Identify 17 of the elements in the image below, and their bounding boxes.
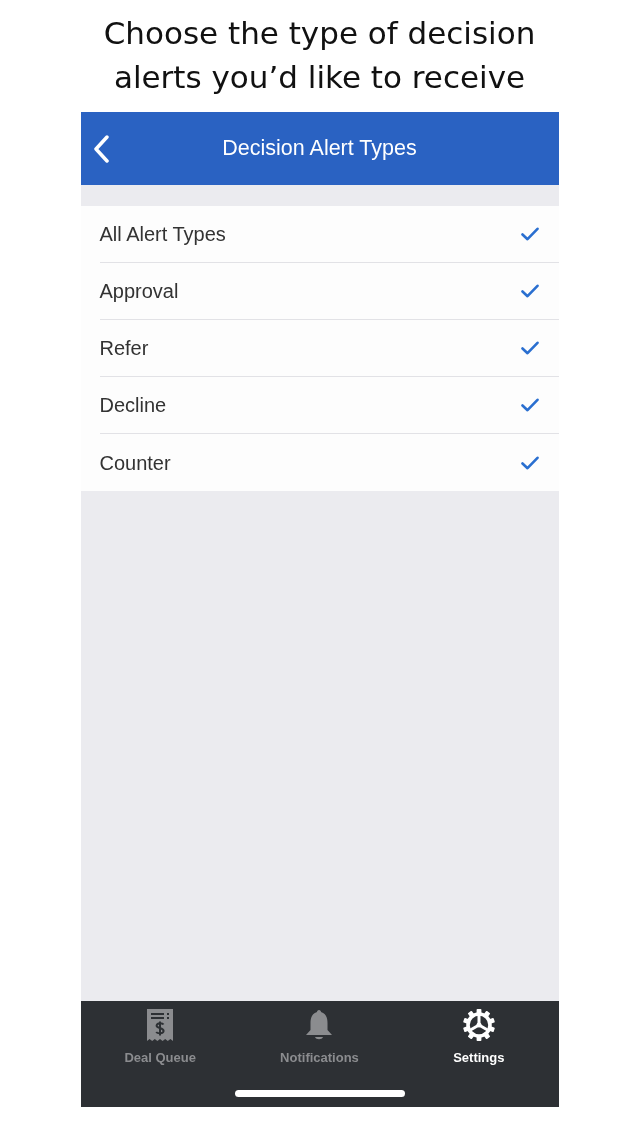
screen-title: Decision Alert Types: [222, 135, 417, 163]
settings-icon: [461, 1008, 496, 1042]
alert-type-row[interactable]: Refer: [80, 320, 559, 377]
alert-type-row[interactable]: Decline: [80, 377, 559, 434]
alert-type-row[interactable]: Approval: [80, 263, 559, 320]
tab-bar-item[interactable]: Notifications: [264, 1008, 375, 1068]
back-chevron-icon: [91, 134, 110, 163]
alert-type-row[interactable]: Counter: [80, 434, 559, 491]
alert-type-label: Decline: [99, 393, 167, 418]
alert-type-label: Approval: [99, 279, 179, 304]
tab-bar-item[interactable]: Settings: [423, 1008, 534, 1068]
alert-type-row[interactable]: All Alert Types: [80, 206, 559, 263]
alert-type-label: Refer: [99, 336, 149, 361]
alert-type-label: All Alert Types: [99, 222, 226, 247]
tab-bar-item[interactable]: Deal Queue: [105, 1008, 216, 1068]
alert-type-label: Counter: [99, 450, 171, 476]
caption-text: Choose the type of decision alerts you’d like to receive: [102, 14, 537, 97]
